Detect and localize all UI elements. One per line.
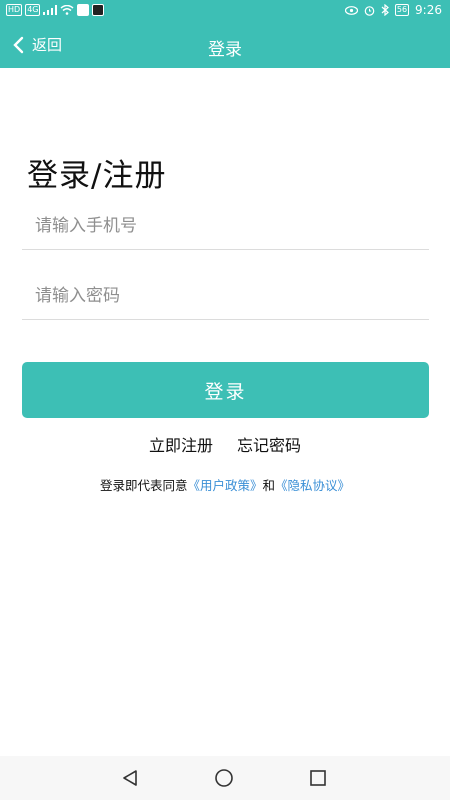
signal-icon bbox=[43, 5, 58, 15]
square-recent-icon[interactable] bbox=[308, 768, 328, 788]
agreement-text: 登录即代表同意《用户政策》和《隐私协议》 bbox=[0, 475, 450, 494]
alarm-icon bbox=[364, 5, 375, 16]
phone-input[interactable] bbox=[22, 202, 429, 250]
network-type-badge: 4G bbox=[25, 4, 41, 16]
status-left-icons: HD 4G bbox=[6, 4, 105, 16]
agreement-conjunction: 和 bbox=[262, 478, 276, 493]
hd-badge: HD bbox=[6, 4, 23, 16]
user-policy-link[interactable]: 《用户政策》 bbox=[187, 478, 262, 493]
system-navigation-bar bbox=[0, 756, 450, 800]
privacy-policy-link[interactable]: 《隐私协议》 bbox=[275, 478, 350, 493]
status-time: 9:26 bbox=[415, 3, 442, 17]
battery-icon: 56 bbox=[394, 4, 410, 16]
auth-links: 立即注册 忘记密码 bbox=[0, 432, 450, 456]
triangle-back-icon[interactable] bbox=[120, 768, 140, 788]
eye-icon bbox=[344, 5, 358, 15]
form-heading: 登录/注册 bbox=[27, 158, 167, 194]
status-bar: HD 4G 56 9:26 bbox=[0, 0, 450, 24]
circle-home-icon[interactable] bbox=[214, 768, 234, 788]
login-button[interactable]: 登录 bbox=[22, 362, 429, 418]
forgot-password-link[interactable]: 忘记密码 bbox=[237, 432, 301, 456]
password-input[interactable] bbox=[22, 272, 429, 320]
status-right-icons: 56 9:26 bbox=[344, 3, 442, 17]
tiktok-app-icon bbox=[92, 4, 105, 16]
page-title: 登录 bbox=[208, 40, 242, 60]
header-bar: 返回 登录 bbox=[0, 24, 450, 68]
register-link[interactable]: 立即注册 bbox=[149, 432, 213, 456]
bluetooth-icon bbox=[381, 4, 389, 16]
wifi-icon bbox=[61, 5, 74, 15]
agreement-prefix: 登录即代表同意 bbox=[99, 478, 188, 493]
notification-app-icon bbox=[77, 4, 90, 16]
